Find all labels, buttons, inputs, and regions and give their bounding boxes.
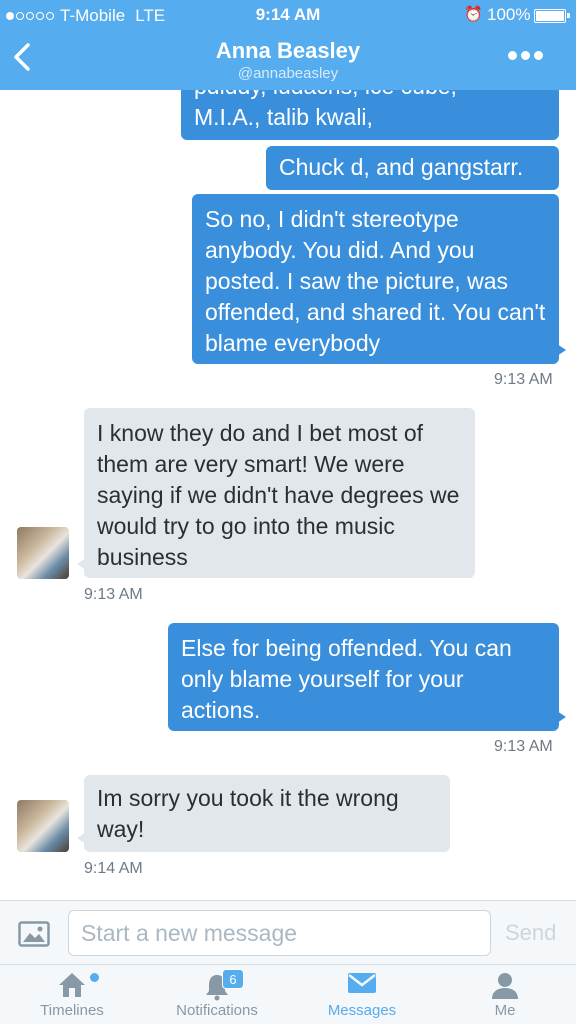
avatar[interactable] — [17, 527, 69, 579]
message-bubble-outgoing[interactable]: So no, I didn't stereotype anybody. You … — [192, 194, 566, 364]
unread-dot — [90, 973, 99, 982]
person-icon — [492, 973, 518, 999]
tab-bar: Timelines Notifications 6 Messages Me — [0, 964, 576, 1024]
photo-icon[interactable] — [18, 921, 50, 947]
conversation-title[interactable]: Anna Beasley — [0, 38, 576, 64]
home-icon — [59, 973, 85, 997]
tab-notifications[interactable]: Notifications — [162, 965, 272, 1024]
message-timestamp: 9:13 AM — [84, 586, 143, 603]
alarm-icon: ⏰ — [464, 6, 483, 23]
message-bubble-outgoing[interactable]: Chuck d, and gangstarr. — [266, 146, 559, 190]
nav-header: T-Mobile LTE 9:14 AM ⏰ 100% Anna Beasley… — [0, 0, 576, 90]
message-thread[interactable]: pdiddy, ludacris, ice cube, M.I.A., tali… — [0, 90, 576, 900]
message-bubble-outgoing[interactable]: Else for being offended. You can only bl… — [168, 623, 566, 731]
more-options-button[interactable] — [508, 51, 543, 60]
status-bar: T-Mobile LTE 9:14 AM ⏰ 100% — [0, 0, 576, 30]
message-timestamp: 9:13 AM — [494, 371, 553, 388]
message-bubble-incoming[interactable]: I know they do and I bet most of them ar… — [77, 408, 475, 578]
more-dot-icon — [534, 51, 543, 60]
tab-me[interactable]: Me — [470, 965, 540, 1024]
tab-label: Notifications — [176, 1002, 258, 1019]
send-button[interactable]: Send — [505, 920, 556, 946]
message-timestamp: 9:13 AM — [494, 738, 553, 755]
more-dot-icon — [521, 51, 530, 60]
tab-label: Messages — [327, 1002, 397, 1019]
envelope-icon — [348, 973, 376, 993]
more-dot-icon — [508, 51, 517, 60]
battery-icon — [534, 9, 570, 23]
tab-timelines[interactable]: Timelines — [14, 965, 130, 1024]
message-bubble-outgoing[interactable]: pdiddy, ludacris, ice cube, M.I.A., tali… — [181, 90, 559, 140]
notification-count-badge: 6 — [222, 969, 244, 989]
avatar[interactable] — [17, 800, 69, 852]
message-bubble-incoming[interactable]: Im sorry you took it the wrong way! — [77, 775, 450, 852]
message-timestamp: 9:14 AM — [84, 860, 143, 877]
tab-label: Me — [494, 1002, 516, 1019]
tab-messages[interactable]: Messages — [312, 965, 412, 1024]
battery-percent: 100% — [487, 5, 531, 24]
tab-label: Timelines — [40, 1002, 104, 1019]
message-input[interactable] — [68, 910, 491, 956]
message-composer: Send — [0, 900, 576, 964]
conversation-handle: @annabeasley — [237, 65, 339, 82]
